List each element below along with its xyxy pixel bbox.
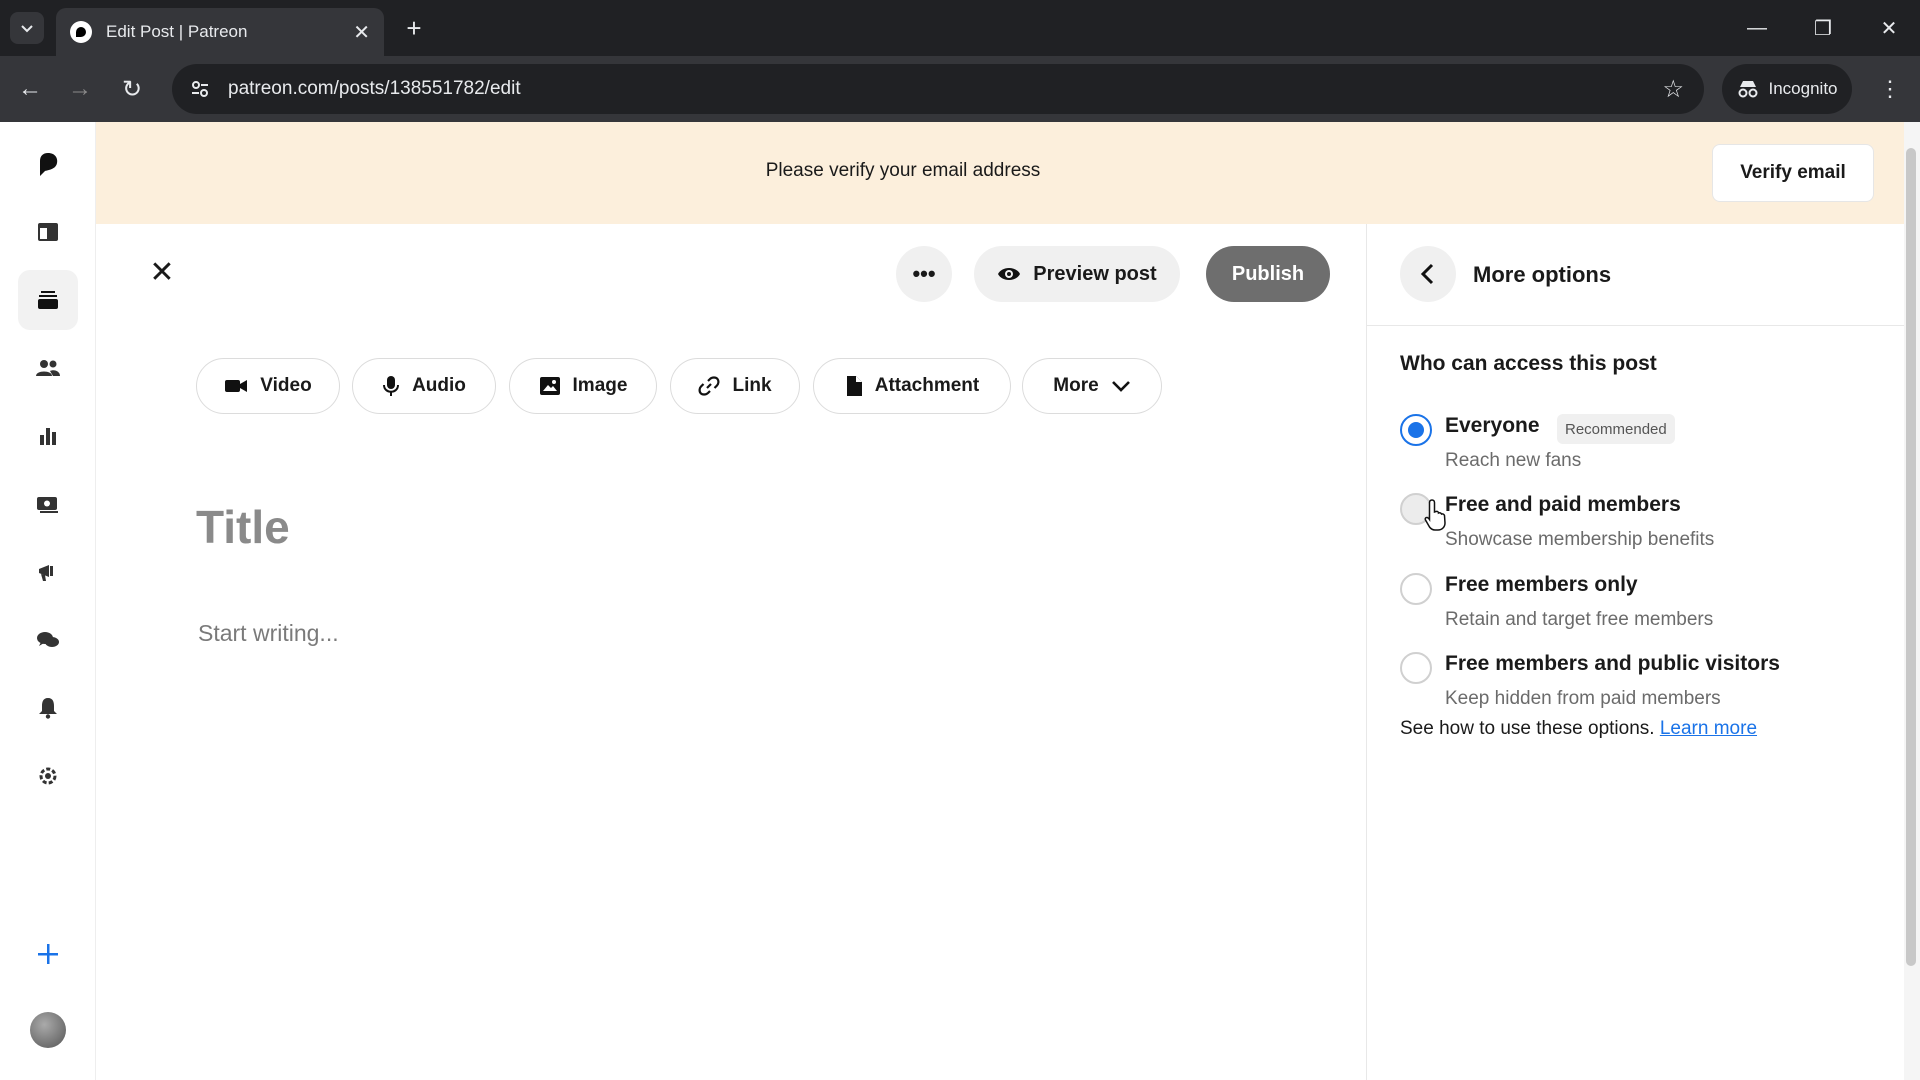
access-option-free-and-paid[interactable]: Free and paid members Showcase membershi…: [1400, 491, 1880, 561]
dashboard-icon[interactable]: [18, 202, 78, 262]
back-button[interactable]: [1400, 246, 1456, 302]
eye-icon: [998, 268, 1021, 280]
forward-arrow-icon[interactable]: →: [60, 69, 100, 109]
payouts-icon[interactable]: [18, 474, 78, 534]
video-button[interactable]: Video: [196, 358, 340, 414]
post-editor: ✕ ••• Preview post Publish Video Audio I…: [96, 224, 1366, 1080]
access-option-free-and-public[interactable]: Free members and public visitors Keep hi…: [1400, 650, 1880, 720]
option-label: Everyone: [1445, 414, 1540, 437]
option-description: Showcase membership benefits: [1445, 529, 1715, 550]
option-description: Keep hidden from paid members: [1445, 688, 1721, 709]
browser-menu-icon[interactable]: ⋮: [1870, 69, 1910, 109]
attachment-label: Attachment: [874, 375, 980, 396]
new-tab-button[interactable]: +: [398, 12, 430, 44]
learn-more-prefix: See how to use these options.: [1400, 718, 1655, 739]
image-label: Image: [572, 375, 628, 396]
audience-icon[interactable]: [18, 338, 78, 398]
incognito-icon: [1738, 81, 1757, 98]
settings-gear-icon[interactable]: [18, 746, 78, 806]
attachment-button[interactable]: Attachment: [813, 358, 1011, 414]
option-label: Free members only: [1445, 573, 1638, 596]
creator-sidebar: [0, 122, 96, 1080]
browser-tab[interactable]: Edit Post | Patreon ✕: [56, 8, 384, 56]
tab-close-icon[interactable]: ✕: [353, 20, 370, 45]
insights-chart-icon[interactable]: [18, 406, 78, 466]
chevron-left-icon: [1420, 263, 1434, 285]
radio-free-only[interactable]: [1400, 573, 1432, 605]
verify-email-banner: Please verify your email address Verify …: [96, 122, 1904, 224]
library-icon[interactable]: [18, 270, 78, 330]
mouse-cursor-icon: [1424, 498, 1450, 537]
panel-header: More options: [1367, 224, 1904, 326]
link-button[interactable]: Link: [670, 358, 800, 414]
title-input[interactable]: Title: [196, 500, 290, 554]
link-chain-icon: [698, 376, 720, 396]
address-bar[interactable]: patreon.com/posts/138551782/edit ☆: [172, 64, 1704, 114]
restore-button[interactable]: ❐: [1798, 8, 1848, 48]
tab-title: Edit Post | Patreon: [106, 22, 248, 41]
chats-icon[interactable]: [18, 610, 78, 670]
chevron-down-icon: [1111, 381, 1130, 392]
radio-everyone[interactable]: [1400, 414, 1432, 446]
minimize-button[interactable]: —: [1732, 8, 1782, 48]
link-label: Link: [732, 375, 772, 396]
access-option-everyone[interactable]: Everyone Recommended Reach new fans: [1400, 412, 1880, 482]
option-description: Reach new fans: [1445, 450, 1582, 471]
option-label: Free members and public visitors: [1445, 652, 1780, 675]
promotions-megaphone-icon[interactable]: [18, 542, 78, 602]
notifications-bell-icon[interactable]: [18, 678, 78, 738]
browser-tabstrip: Edit Post | Patreon ✕ + — ❐ ✕: [0, 0, 1920, 56]
body-input[interactable]: Start writing...: [198, 620, 339, 647]
close-window-button[interactable]: ✕: [1864, 8, 1914, 48]
scrollbar-thumb[interactable]: [1906, 148, 1916, 966]
image-button[interactable]: Image: [509, 358, 657, 414]
recommended-badge: Recommended: [1557, 414, 1675, 444]
file-icon: [846, 376, 862, 396]
more-actions-icon[interactable]: •••: [896, 246, 952, 302]
chevron-down-icon: [21, 25, 33, 33]
learn-more-line: See how to use these options. Learn more: [1400, 718, 1757, 740]
create-plus-icon[interactable]: [18, 924, 78, 984]
avatar[interactable]: [30, 1012, 66, 1048]
patreon-page: Please verify your email address Verify …: [0, 122, 1920, 1080]
audio-label: Audio: [412, 375, 466, 396]
image-icon: [539, 377, 560, 395]
back-arrow-icon[interactable]: ←: [10, 69, 50, 109]
more-media-button[interactable]: More: [1022, 358, 1162, 414]
close-editor-icon[interactable]: ✕: [142, 252, 182, 292]
option-description: Retain and target free members: [1445, 609, 1714, 630]
more-options-panel: More options Who can access this post Ev…: [1367, 224, 1904, 1080]
patreon-logo-icon[interactable]: [18, 134, 78, 194]
verify-email-button[interactable]: Verify email: [1712, 144, 1874, 202]
incognito-indicator[interactable]: Incognito: [1722, 64, 1852, 114]
preview-post-button[interactable]: Preview post: [974, 246, 1180, 302]
publish-button[interactable]: Publish: [1206, 246, 1330, 302]
bookmark-star-icon[interactable]: ☆: [1662, 75, 1684, 104]
video-camera-icon: [225, 380, 248, 392]
microphone-icon: [383, 376, 400, 396]
url-text[interactable]: patreon.com/posts/138551782/edit: [228, 78, 1662, 100]
reload-icon[interactable]: ↻: [112, 69, 152, 109]
access-section-title: Who can access this post: [1400, 352, 1657, 375]
video-label: Video: [260, 375, 312, 396]
patreon-favicon-icon: [70, 21, 92, 43]
preview-post-label: Preview post: [1033, 262, 1157, 285]
learn-more-link[interactable]: Learn more: [1660, 718, 1757, 739]
audio-button[interactable]: Audio: [352, 358, 496, 414]
browser-toolbar: ← → ↻ patreon.com/posts/138551782/edit ☆…: [0, 56, 1920, 122]
incognito-label: Incognito: [1768, 79, 1838, 98]
access-option-free-only[interactable]: Free members only Retain and target free…: [1400, 571, 1880, 641]
radio-free-and-public[interactable]: [1400, 652, 1432, 684]
tab-search-button[interactable]: [10, 12, 44, 44]
banner-message: Please verify your email address: [765, 160, 1041, 181]
panel-title: More options: [1473, 262, 1612, 287]
more-label: More: [1053, 375, 1099, 396]
option-label: Free and paid members: [1445, 493, 1681, 516]
site-settings-icon[interactable]: [188, 77, 212, 101]
